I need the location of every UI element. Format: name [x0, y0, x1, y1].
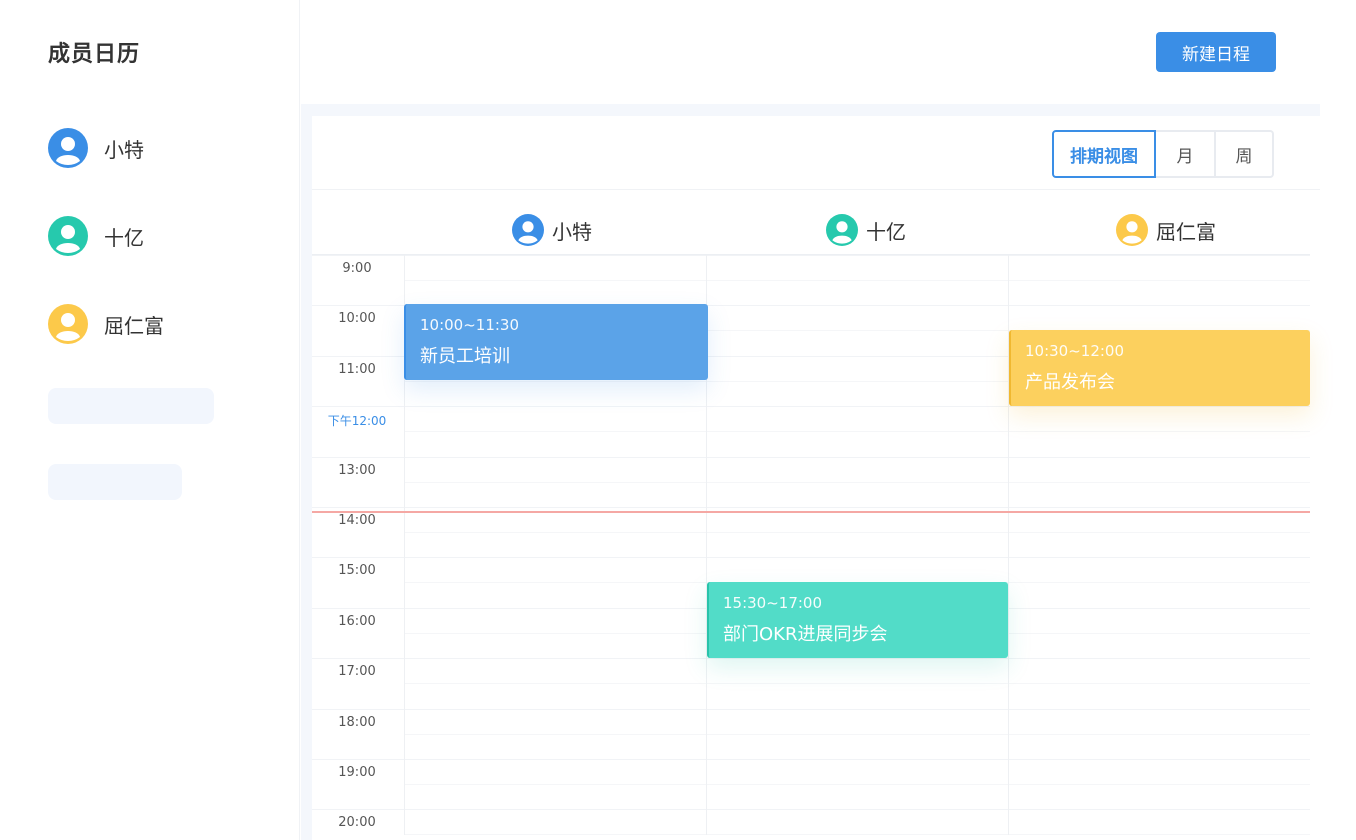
column-header-xiaote[interactable]: 小特	[512, 212, 592, 248]
user-avatar-icon	[826, 214, 858, 246]
half-hour-gridline	[404, 734, 1310, 735]
half-hour-gridline	[404, 280, 1310, 281]
sidebar-member-xiaote[interactable]: 小特	[48, 128, 144, 168]
event-time: 15:30~17:00	[723, 594, 823, 612]
new-schedule-button[interactable]: 新建日程	[1156, 32, 1276, 72]
member-name: 十亿	[104, 225, 144, 250]
column-header-shiyi[interactable]: 十亿	[826, 212, 906, 248]
time-slot-label: 16:00	[338, 614, 376, 629]
event-title: 新员工培训	[420, 346, 510, 367]
column-member-name: 屈仁富	[1156, 219, 1216, 244]
time-slot-label: 18:00	[338, 715, 376, 730]
hour-gridline	[312, 507, 1310, 508]
user-avatar-icon	[48, 304, 88, 344]
hour-gridline	[312, 759, 1310, 760]
event-card[interactable]: 10:00~11:30 新员工培训	[404, 304, 708, 380]
user-avatar-icon	[48, 128, 88, 168]
column-header-qurenfu[interactable]: 屈仁富	[1116, 212, 1216, 248]
half-hour-gridline	[404, 834, 1310, 835]
hour-gridline	[312, 457, 1310, 458]
member-name: 小特	[104, 137, 144, 162]
event-title: 部门OKR进展同步会	[723, 624, 888, 645]
view-schedule-button[interactable]: 排期视图	[1052, 130, 1156, 178]
event-title: 产品发布会	[1025, 372, 1115, 393]
time-slot-label: 10:00	[338, 311, 376, 326]
half-hour-gridline	[404, 431, 1310, 432]
column-member-name: 十亿	[866, 219, 906, 244]
sidebar-title: 成员日历	[48, 42, 141, 67]
event-time: 10:00~11:30	[420, 316, 520, 334]
hour-gridline	[312, 557, 1310, 558]
view-month-button[interactable]: 月	[1156, 130, 1216, 178]
hour-gridline	[312, 809, 1310, 810]
time-slot-label: 17:00	[338, 664, 376, 679]
time-slot-label: 14:00	[338, 513, 376, 528]
time-slot-label: 9:00	[342, 261, 372, 276]
half-hour-gridline	[404, 683, 1310, 684]
half-hour-gridline	[404, 482, 1310, 483]
skeleton-placeholder	[48, 464, 182, 500]
skeleton-placeholder	[48, 388, 214, 424]
sidebar: 成员日历 小特 十亿 屈仁富	[0, 0, 300, 840]
half-hour-gridline	[404, 532, 1310, 533]
sidebar-member-qurenfu[interactable]: 屈仁富	[48, 304, 164, 344]
half-hour-gridline	[404, 784, 1310, 785]
member-name: 屈仁富	[104, 313, 164, 338]
current-time-indicator	[312, 511, 1310, 513]
time-slot-label: 20:00	[338, 815, 376, 830]
event-time: 10:30~12:00	[1025, 342, 1125, 360]
time-slot-label: 15:00	[338, 563, 376, 578]
user-avatar-icon	[512, 214, 544, 246]
user-avatar-icon	[48, 216, 88, 256]
view-switcher: 排期视图 月 周	[1052, 130, 1274, 178]
hour-gridline	[312, 709, 1310, 710]
time-slot-label: 下午12:00	[327, 414, 387, 428]
column-member-name: 小特	[552, 219, 592, 244]
time-slot-label: 19:00	[338, 765, 376, 780]
event-card[interactable]: 15:30~17:00 部门OKR进展同步会	[707, 582, 1008, 658]
view-week-button[interactable]: 周	[1216, 130, 1274, 178]
hour-gridline	[312, 255, 1310, 256]
time-slot-label: 13:00	[338, 463, 376, 478]
event-card[interactable]: 10:30~12:00 产品发布会	[1009, 330, 1310, 406]
time-slot-label: 11:00	[338, 362, 376, 377]
sidebar-member-shiyi[interactable]: 十亿	[48, 216, 144, 256]
hour-gridline	[312, 658, 1310, 659]
hour-gridline	[312, 406, 1310, 407]
user-avatar-icon	[1116, 214, 1148, 246]
